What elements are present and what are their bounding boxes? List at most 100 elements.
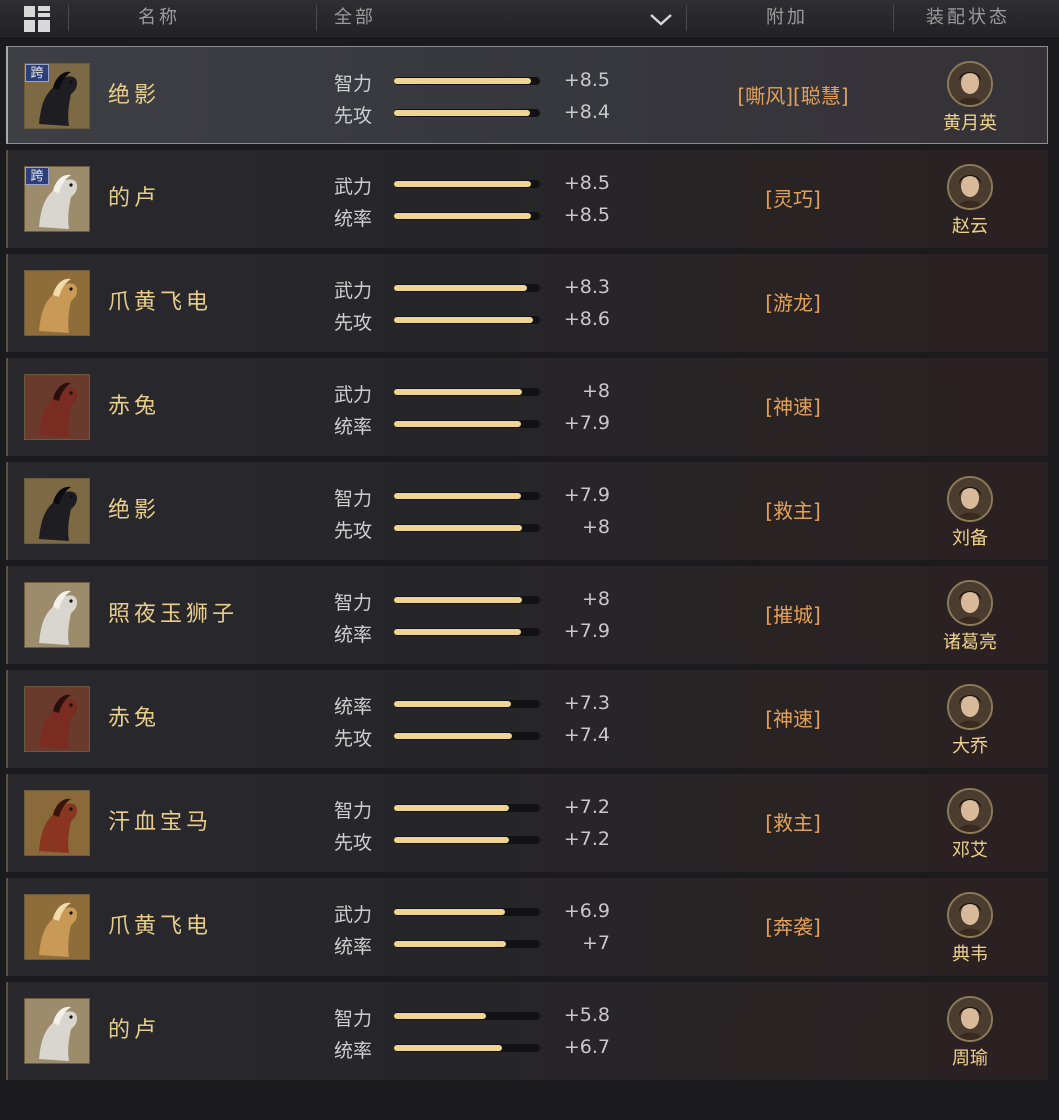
- column-header-equip-status[interactable]: 装配状态: [926, 0, 1010, 38]
- stat-label: 武力: [334, 280, 373, 302]
- general-avatar[interactable]: [947, 684, 993, 730]
- horse-portrait: [24, 998, 90, 1064]
- stat-label: 智力: [334, 592, 373, 614]
- horse-portrait: 跨: [24, 166, 90, 232]
- stat-value: +8.5: [563, 204, 610, 226]
- stat-value: +8.5: [563, 69, 610, 91]
- stat-label: 先攻: [334, 312, 373, 334]
- chevron-down-icon[interactable]: [648, 10, 674, 28]
- general-avatar[interactable]: [947, 996, 993, 1042]
- bonus-traits: [神速]: [765, 395, 821, 419]
- bonus-traits: [灵巧]: [765, 187, 821, 211]
- stat-bar: [394, 284, 540, 292]
- stat-bar-fill: [394, 421, 521, 427]
- horse-name: 爪黄飞电: [108, 914, 213, 939]
- horse-row[interactable]: 爪黄飞电 武力 +8.3 先攻 +8.6 [游龙]: [6, 254, 1048, 352]
- stat-bar-fill: [394, 701, 511, 707]
- stat-bar: [394, 1012, 540, 1020]
- stat-bar-fill: [394, 181, 531, 187]
- stat-bar: [394, 836, 540, 844]
- bonus-traits: [救主]: [765, 499, 821, 523]
- horse-name: 照夜玉狮子: [108, 602, 239, 627]
- stat-label: 统率: [334, 416, 373, 438]
- horse-row[interactable]: 汗血宝马 智力 +7.2 先攻 +7.2 [救主] 邓艾: [6, 774, 1048, 872]
- stat-label: 先攻: [334, 832, 373, 854]
- stat-label: 智力: [334, 1008, 373, 1030]
- stat-bar-fill: [394, 110, 530, 116]
- stat-bar-fill: [394, 597, 522, 603]
- horse-row[interactable]: 的卢 智力 +5.8 统率 +6.7 周瑜: [6, 982, 1048, 1080]
- stat-value: +8.3: [563, 276, 610, 298]
- stat-bar-fill: [394, 389, 522, 395]
- stat-label: 先攻: [334, 520, 373, 542]
- stat-bar-fill: [394, 1045, 502, 1051]
- bonus-traits: [救主]: [765, 811, 821, 835]
- general-avatar[interactable]: [947, 788, 993, 834]
- stat-bar: [394, 940, 540, 948]
- list-header: 名称 全部 附加 装配状态: [0, 0, 1059, 39]
- stat-bar-fill: [394, 213, 531, 219]
- cross-server-badge: 跨: [25, 64, 49, 82]
- horse-name: 绝影: [108, 83, 161, 108]
- grid-view-icon[interactable]: [24, 6, 50, 32]
- stat-value: +7.9: [563, 412, 610, 434]
- equipped-general-name: 大乔: [952, 736, 988, 757]
- stat-bar: [394, 700, 540, 708]
- filter-dropdown-value[interactable]: 全部: [334, 0, 376, 38]
- stat-value: +5.8: [563, 1004, 610, 1026]
- stat-value: +8: [581, 516, 610, 538]
- general-avatar[interactable]: [947, 476, 993, 522]
- stat-bar-fill: [394, 941, 506, 947]
- horse-row[interactable]: 跨的卢 武力 +8.5 统率 +8.5 [灵巧] 赵云: [6, 150, 1048, 248]
- general-avatar[interactable]: [947, 580, 993, 626]
- general-avatar[interactable]: [947, 892, 993, 938]
- horse-row[interactable]: 照夜玉狮子 智力 +8 统率 +7.9 [摧城] 诸葛亮: [6, 566, 1048, 664]
- general-avatar[interactable]: [947, 61, 993, 107]
- stat-label: 统率: [334, 208, 373, 230]
- stat-bar: [394, 492, 540, 500]
- horse-row[interactable]: 赤兔 统率 +7.3 先攻 +7.4 [神速] 大乔: [6, 670, 1048, 768]
- stat-label: 武力: [334, 384, 373, 406]
- stat-label: 统率: [334, 696, 373, 718]
- stat-bar-fill: [394, 909, 505, 915]
- stat-value: +8.4: [563, 101, 610, 123]
- stat-bar-fill: [394, 285, 527, 291]
- general-avatar[interactable]: [947, 164, 993, 210]
- stat-bar: [394, 109, 540, 117]
- stat-bar: [394, 77, 540, 85]
- stat-bar: [394, 420, 540, 428]
- stat-label: 统率: [334, 624, 373, 646]
- column-header-bonus[interactable]: 附加: [766, 0, 808, 38]
- stat-label: 统率: [334, 936, 373, 958]
- stat-value: +7.9: [563, 484, 610, 506]
- stat-bar: [394, 804, 540, 812]
- stat-bar: [394, 180, 540, 188]
- stat-label: 先攻: [334, 728, 373, 750]
- horse-portrait: [24, 790, 90, 856]
- horse-portrait: [24, 374, 90, 440]
- horse-row[interactable]: 赤兔 武力 +8 统率 +7.9 [神速]: [6, 358, 1048, 456]
- stat-value: +7.2: [563, 828, 610, 850]
- stat-value: +8: [581, 588, 610, 610]
- horse-row[interactable]: 爪黄飞电 武力 +6.9 统率 +7 [奔袭] 典韦: [6, 878, 1048, 976]
- stat-bar: [394, 596, 540, 604]
- bonus-traits: [游龙]: [765, 291, 821, 315]
- bonus-traits: [神速]: [765, 707, 821, 731]
- equipped-general-name: 黄月英: [943, 113, 997, 134]
- stat-bar: [394, 1044, 540, 1052]
- horse-name: 赤兔: [108, 394, 161, 419]
- column-header-name[interactable]: 名称: [138, 0, 180, 38]
- horse-portrait: [24, 270, 90, 336]
- stat-value: +7.9: [563, 620, 610, 642]
- horse-row[interactable]: 跨绝影 智力 +8.5 先攻 +8.4 [嘶风][聪慧] 黄月英: [6, 46, 1048, 144]
- horse-portrait: [24, 686, 90, 752]
- horse-row[interactable]: 绝影 智力 +7.9 先攻 +8 [救主] 刘备: [6, 462, 1048, 560]
- stat-bar-fill: [394, 525, 522, 531]
- stat-bar: [394, 732, 540, 740]
- stat-value: +7.3: [563, 692, 610, 714]
- horse-portrait: [24, 478, 90, 544]
- equipped-general-name: 赵云: [952, 216, 988, 237]
- horse-portrait: 跨: [24, 63, 90, 129]
- stat-bar: [394, 628, 540, 636]
- stat-bar-fill: [394, 317, 533, 323]
